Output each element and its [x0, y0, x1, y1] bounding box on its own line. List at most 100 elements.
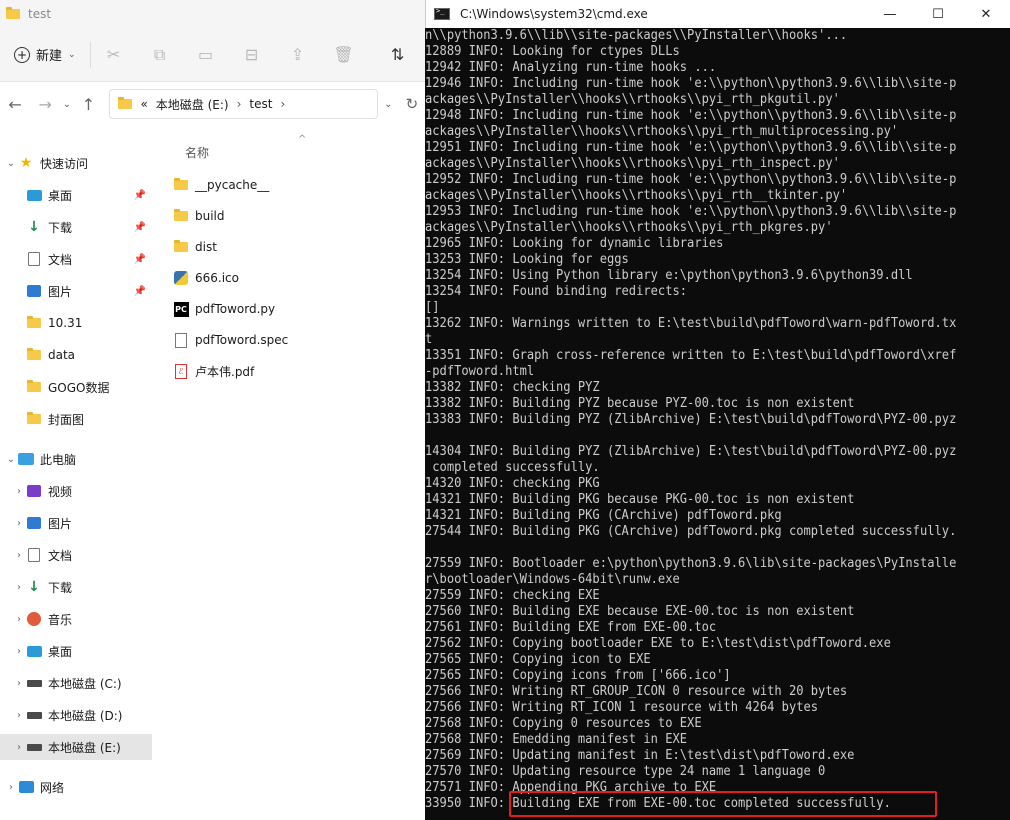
file-row[interactable]: 666.ico [173, 266, 239, 290]
breadcrumb-overflow[interactable]: « [140, 97, 147, 111]
folder-icon [26, 412, 42, 426]
address-dropdown-icon[interactable]: ⌄ [378, 99, 399, 110]
network-icon-glyph [18, 781, 34, 793]
cmd-title: C:\Windows\system32\cmd.exe [460, 7, 648, 21]
pdf-icon-glyph: ℰ [175, 363, 187, 379]
sidebar-item[interactable]: › 视频 [0, 478, 152, 504]
sidebar-item[interactable]: › 音乐 [0, 606, 152, 632]
file-row[interactable]: build [173, 204, 225, 228]
sidebar-item[interactable]: ⌄ 此电脑 [0, 446, 152, 472]
console-line: -pdfToword.html [425, 364, 535, 379]
desktop-icon [26, 644, 42, 658]
console-line: 14321 INFO: Building PKG (CArchive) pdfT… [425, 508, 782, 523]
sidebar-item[interactable]: data [0, 342, 152, 368]
sidebar-item[interactable]: GOGO数据 [0, 374, 152, 400]
column-header-name[interactable]: 名称 [185, 144, 209, 161]
sidebar-item[interactable]: 文档 📌 [0, 246, 152, 272]
close-icon[interactable]: ✕ [962, 7, 1010, 22]
highlight-box [509, 791, 937, 817]
sidebar-item[interactable]: › 图片 [0, 510, 152, 536]
network-icon [18, 780, 34, 794]
expand-chevron-icon[interactable]: › [12, 646, 26, 657]
copy-icon[interactable]: ⧉ [137, 42, 183, 68]
console-line: 14304 INFO: Building PYZ (ZlibArchive) E… [425, 444, 957, 459]
refresh-icon[interactable]: ↻ [399, 95, 425, 113]
expand-chevron-icon[interactable]: › [12, 710, 26, 721]
console-line: ackages\\PyInstaller\\hooks\\rthooks\\py… [425, 124, 899, 139]
sidebar-item[interactable]: ↓ 下载 📌 [0, 214, 152, 240]
console-output[interactable]: n\\python3.9.6\\lib\\site-packages\\PyIn… [425, 28, 1010, 820]
address-bar[interactable]: « 本地磁盘 (E:) › test › [109, 89, 378, 119]
video-icon [26, 484, 42, 498]
explorer-titlebar: test [0, 0, 425, 28]
sidebar-item[interactable]: 图片 📌 [0, 278, 152, 304]
new-button[interactable]: + 新建 ⌄ [14, 41, 91, 68]
file-row[interactable]: PC pdfToword.py [173, 297, 275, 321]
expand-chevron-icon[interactable]: ⌄ [4, 158, 18, 169]
expand-chevron-icon[interactable]: › [12, 582, 26, 593]
minimize-icon[interactable]: — [866, 7, 914, 22]
document-icon [26, 548, 42, 562]
sidebar-item-label: 本地磁盘 (C:) [48, 676, 122, 691]
download-icon-glyph: ↓ [28, 579, 40, 595]
sidebar-item[interactable]: 封面图 [0, 406, 152, 432]
chevron-down-icon: ⌄ [68, 49, 76, 60]
expand-chevron-icon[interactable]: ⌄ [4, 454, 18, 465]
sort-caret-icon: ^ [298, 134, 307, 145]
sidebar-item[interactable]: › 网络 [0, 774, 152, 800]
folder-icon-glyph [174, 178, 188, 190]
expand-chevron-icon[interactable]: › [4, 782, 18, 793]
console-line: 12946 INFO: Including run-time hook 'e:\… [425, 76, 957, 91]
expand-chevron-icon[interactable]: › [12, 742, 26, 753]
file-row[interactable]: ℰ 卢本伟.pdf [173, 359, 254, 383]
sidebar-item-label: 文档 [48, 252, 73, 267]
back-arrow-icon[interactable]: ← [0, 95, 30, 114]
expand-chevron-icon[interactable]: › [12, 614, 26, 625]
expand-chevron-icon[interactable]: › [12, 518, 26, 529]
sidebar-item[interactable]: ⌄ ★ 快速访问 [0, 150, 152, 176]
video-icon-glyph [27, 485, 41, 497]
expand-chevron-icon[interactable]: › [12, 550, 26, 561]
forward-arrow-icon[interactable]: → [30, 95, 60, 114]
expand-chevron-icon[interactable]: › [12, 678, 26, 689]
breadcrumb-drive[interactable]: 本地磁盘 (E:) [156, 96, 229, 113]
paste-icon[interactable]: ▭ [183, 42, 229, 68]
maximize-icon[interactable]: ☐ [914, 7, 962, 22]
file-row[interactable]: pdfToword.spec [173, 328, 288, 352]
music-icon [26, 612, 42, 626]
sort-icon[interactable]: ⇅ [375, 42, 421, 68]
download-icon-glyph: ↓ [28, 219, 40, 235]
delete-icon[interactable]: 🗑 [321, 42, 367, 68]
sidebar-item[interactable]: › 本地磁盘 (E:) [0, 734, 152, 760]
recent-chevron-icon[interactable]: ⌄ [60, 99, 73, 110]
document-icon [26, 252, 42, 266]
file-row[interactable]: dist [173, 235, 217, 259]
sidebar-item[interactable]: 桌面 📌 [0, 182, 152, 208]
sidebar-item[interactable]: › 本地磁盘 (C:) [0, 670, 152, 696]
console-line: 13382 INFO: Building PYZ because PYZ-00.… [425, 396, 855, 411]
folder-icon [6, 7, 20, 19]
sidebar-item[interactable]: 10.31 [0, 310, 152, 336]
file-row[interactable]: __pycache__ [173, 173, 269, 197]
plus-icon: + [14, 46, 30, 63]
console-line: r\bootloader\Windows-64bit\runw.exe [425, 572, 680, 587]
folder-icon [173, 240, 189, 252]
console-line: 27565 INFO: Copying icon to EXE [425, 652, 651, 667]
rename-icon[interactable]: ⊟ [229, 42, 275, 68]
up-arrow-icon[interactable]: ↑ [73, 95, 103, 114]
share-icon[interactable]: ⇪ [275, 42, 321, 68]
sidebar-item[interactable]: › 桌面 [0, 638, 152, 664]
sidebar-item-label: 网络 [40, 780, 65, 795]
folder-icon [173, 209, 189, 221]
pictures-icon-glyph [27, 517, 41, 529]
sidebar-item[interactable]: › ↓ 下载 [0, 574, 152, 600]
sidebar-item[interactable]: › 本地磁盘 (D:) [0, 702, 152, 728]
expand-chevron-icon[interactable]: › [12, 486, 26, 497]
file-name: dist [195, 240, 217, 254]
pin-icon: 📌 [133, 253, 146, 265]
sidebar-item[interactable]: › 文档 [0, 542, 152, 568]
breadcrumb-folder[interactable]: test [249, 97, 272, 111]
desktop-icon-glyph [26, 645, 42, 657]
cut-icon[interactable]: ✂ [91, 42, 137, 68]
